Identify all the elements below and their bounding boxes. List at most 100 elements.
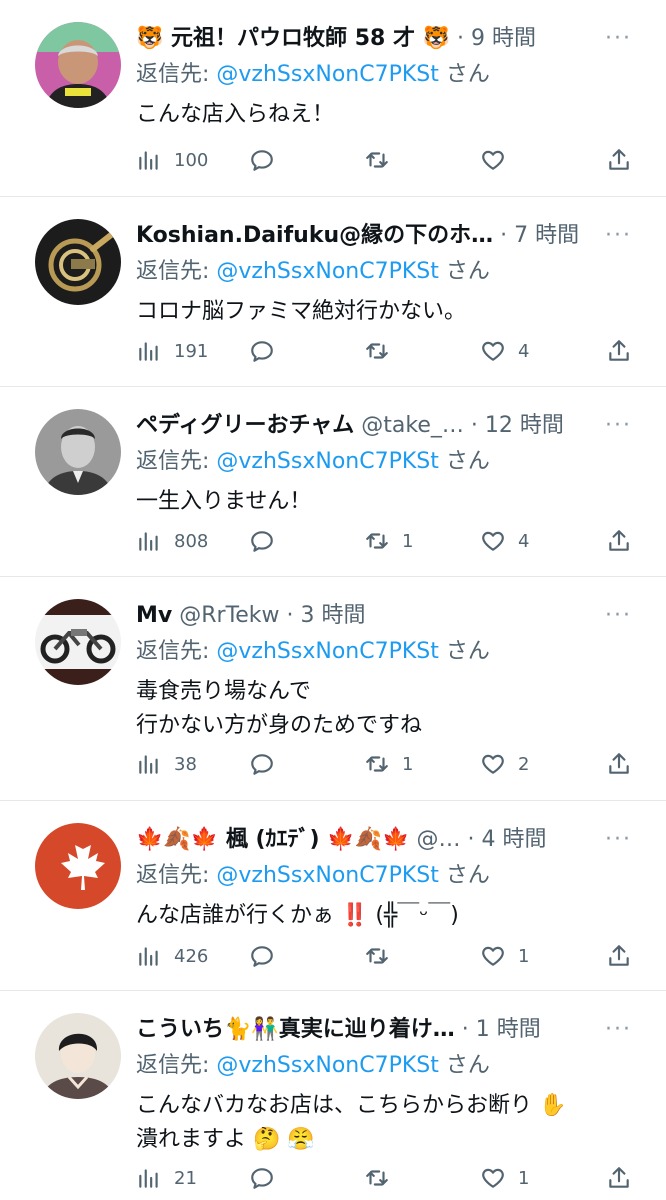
mention-link[interactable]: @vzhSsxNonC7PKSt	[216, 863, 438, 888]
separator-dot: ·	[286, 603, 294, 628]
heart-icon	[480, 1165, 506, 1191]
timestamp[interactable]: 4 時間	[481, 827, 546, 852]
tweet-card[interactable]: Koshian.Daifuku@縁の下のホ… · 7 時間 ··· 返信先: @…	[0, 197, 666, 387]
tweet-card[interactable]: ペディグリーおチャム @take_… · 12 時間 ··· 返信先: @vzh…	[0, 387, 666, 577]
share-up-arrow-icon	[606, 338, 632, 364]
mention-link[interactable]: @vzhSsxNonC7PKSt	[216, 259, 438, 284]
share-up-arrow-icon	[606, 528, 632, 554]
share-button[interactable]	[606, 333, 632, 369]
action-bar: 21 1	[136, 1160, 636, 1196]
avatar[interactable]	[35, 219, 121, 305]
tweet-header: こういち🐈👫真実に辿り着け… · 1 時間	[136, 1013, 596, 1047]
speech-bubble-icon	[249, 147, 275, 173]
mention-link[interactable]: @vzhSsxNonC7PKSt	[216, 1053, 438, 1078]
retweet-arrows-icon	[364, 1165, 390, 1191]
share-button[interactable]	[606, 938, 632, 974]
tweet-card[interactable]: 🍁🍂🍁 楓 (ｶｴﾃﾞ) 🍁🍂🍁 @… · 4 時間 ··· 返信先: @vzh…	[0, 801, 666, 991]
reply-prefix: 返信先:	[136, 62, 217, 87]
timestamp[interactable]: 7 時間	[514, 223, 579, 248]
reply-button[interactable]	[249, 142, 287, 178]
reply-button[interactable]	[249, 746, 287, 782]
action-bar: 100	[136, 142, 636, 178]
like-button[interactable]: 1	[480, 938, 529, 974]
share-button[interactable]	[606, 523, 632, 559]
reply-button[interactable]	[249, 523, 287, 559]
reply-suffix: さん	[438, 259, 490, 284]
share-button[interactable]	[606, 1160, 632, 1196]
timestamp[interactable]: 9 時間	[471, 26, 536, 51]
more-dots-icon[interactable]: ···	[605, 601, 632, 631]
retweet-button[interactable]: 1	[364, 523, 413, 559]
display-name[interactable]: Koshian.Daifuku@縁の下のホ…	[136, 223, 493, 248]
reply-button[interactable]	[249, 333, 287, 369]
avatar[interactable]	[35, 409, 121, 495]
reply-prefix: 返信先:	[136, 639, 217, 664]
retweet-button[interactable]	[364, 938, 402, 974]
like-button[interactable]: 2	[480, 746, 529, 782]
bar-chart-icon	[136, 338, 162, 364]
like-button[interactable]	[480, 142, 518, 178]
mention-link[interactable]: @vzhSsxNonC7PKSt	[216, 449, 438, 474]
tweet-card[interactable]: 🐯 元祖！パウロ牧師 58 才 🐯 · 9 時間 ··· 返信先: @vzhSs…	[0, 0, 666, 197]
speech-bubble-icon	[249, 528, 275, 554]
timestamp[interactable]: 3 時間	[301, 603, 366, 628]
views-button[interactable]: 191	[136, 333, 208, 369]
tweet-text: こんなバカなお店は、こちらからお断り ✋ 潰れますよ 🤔 😤	[136, 1093, 567, 1152]
user-handle[interactable]: @RrTekw	[179, 603, 279, 628]
display-name[interactable]: 🍁🍂🍁 楓 (ｶｴﾃﾞ) 🍁🍂🍁	[136, 827, 409, 852]
retweet-button[interactable]	[364, 333, 402, 369]
views-button[interactable]: 100	[136, 142, 208, 178]
retweet-button[interactable]	[364, 142, 402, 178]
like-button[interactable]: 4	[480, 333, 529, 369]
share-up-arrow-icon	[606, 1165, 632, 1191]
views-count: 191	[174, 340, 209, 362]
reply-button[interactable]	[249, 1160, 287, 1196]
tweet-text: こんな店入らねえ！	[136, 102, 335, 127]
like-count: 4	[518, 530, 530, 552]
timestamp[interactable]: 1 時間	[476, 1017, 541, 1042]
more-dots-icon[interactable]: ···	[605, 411, 632, 441]
mention-link[interactable]: @vzhSsxNonC7PKSt	[216, 62, 438, 87]
display-name[interactable]: こういち🐈👫真実に辿り着け…	[136, 1017, 455, 1042]
reply-to-line: 返信先: @vzhSsxNonC7PKSt さん	[136, 58, 490, 92]
tweet-card[interactable]: こういち🐈👫真実に辿り着け… · 1 時間 ··· 返信先: @vzhSsxNo…	[0, 991, 666, 1200]
more-dots-icon[interactable]: ···	[605, 24, 632, 54]
retweet-button[interactable]: 1	[364, 746, 413, 782]
views-button[interactable]: 808	[136, 523, 208, 559]
avatar[interactable]	[35, 823, 121, 909]
separator-dot: ·	[467, 827, 475, 852]
reply-to-line: 返信先: @vzhSsxNonC7PKSt さん	[136, 1049, 490, 1083]
views-count: 38	[174, 753, 197, 775]
like-button[interactable]: 1	[480, 1160, 529, 1196]
more-dots-icon[interactable]: ···	[605, 1015, 632, 1045]
reply-suffix: さん	[438, 62, 490, 87]
retweet-button[interactable]	[364, 1160, 402, 1196]
views-button[interactable]: 21	[136, 1160, 197, 1196]
reply-to-line: 返信先: @vzhSsxNonC7PKSt さん	[136, 255, 490, 289]
more-dots-icon[interactable]: ···	[605, 825, 632, 855]
avatar[interactable]	[35, 1013, 121, 1099]
views-button[interactable]: 38	[136, 746, 197, 782]
like-button[interactable]: 4	[480, 523, 529, 559]
avatar[interactable]	[35, 22, 121, 108]
display-name[interactable]: Mv	[136, 603, 172, 628]
share-button[interactable]	[606, 142, 632, 178]
display-name[interactable]: 🐯 元祖！パウロ牧師 58 才 🐯	[136, 26, 450, 51]
retweet-arrows-icon	[364, 147, 390, 173]
user-handle[interactable]: @…	[416, 827, 460, 852]
timestamp[interactable]: 12 時間	[485, 413, 564, 438]
reply-button[interactable]	[249, 938, 287, 974]
views-count: 426	[174, 945, 209, 967]
display-name[interactable]: ペディグリーおチャム	[136, 413, 354, 438]
avatar[interactable]	[35, 599, 121, 685]
mention-link[interactable]: @vzhSsxNonC7PKSt	[216, 639, 438, 664]
tweet-header: ペディグリーおチャム @take_… · 12 時間	[136, 409, 596, 443]
user-handle[interactable]: @take_…	[361, 413, 464, 438]
tweet-card[interactable]: Mv @RrTekw · 3 時間 ··· 返信先: @vzhSsxNonC7P…	[0, 577, 666, 801]
views-button[interactable]: 426	[136, 938, 208, 974]
share-button[interactable]	[606, 746, 632, 782]
more-dots-icon[interactable]: ···	[605, 221, 632, 251]
share-up-arrow-icon	[606, 943, 632, 969]
separator-dot: ·	[457, 26, 465, 51]
like-count: 4	[518, 340, 530, 362]
